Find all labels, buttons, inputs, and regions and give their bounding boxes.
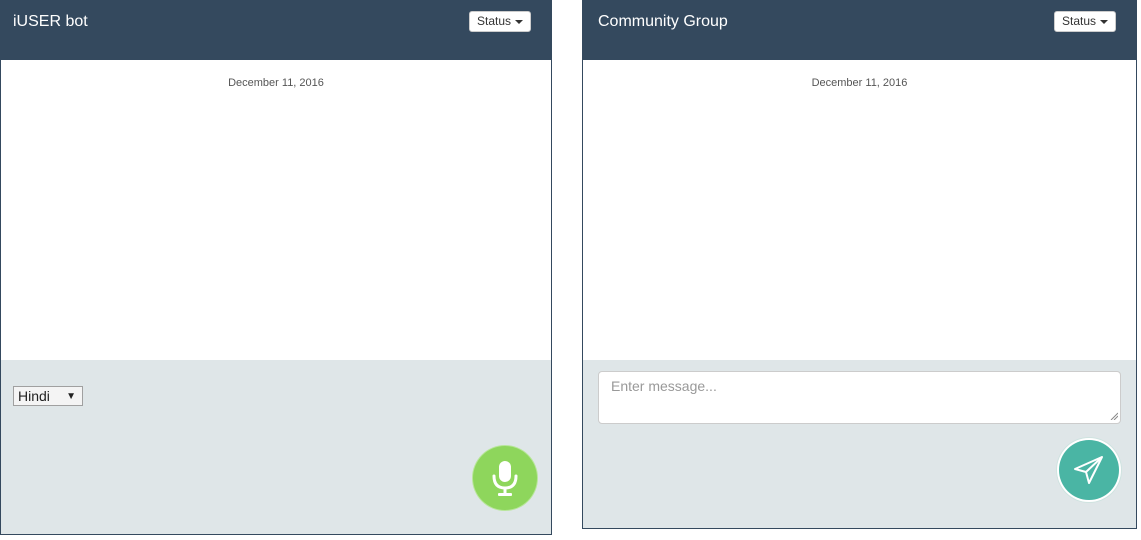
caret-down-icon — [515, 19, 524, 24]
message-input[interactable] — [598, 371, 1121, 424]
status-dropdown-button[interactable]: Status — [469, 11, 532, 32]
chat-header: iUSER bot Status — [1, 1, 551, 60]
status-label: Status — [477, 14, 512, 28]
group-chat-panel: Community Group Status December 11, 2016 — [582, 0, 1137, 529]
chat-date: December 11, 2016 — [228, 77, 324, 89]
chat-header: Community Group Status — [583, 1, 1136, 60]
chat-date: December 11, 2016 — [811, 77, 908, 89]
language-select[interactable]: Hindi ▼ — [13, 386, 83, 406]
chat-title: iUSER bot — [13, 13, 88, 30]
resize-grip-icon[interactable] — [1110, 412, 1118, 420]
dropdown-arrow-icon: ▼ — [66, 391, 76, 402]
caret-down-icon — [1100, 19, 1109, 24]
chat-title: Community Group — [598, 13, 728, 30]
send-button[interactable] — [1059, 440, 1119, 500]
microphone-button[interactable] — [473, 446, 537, 510]
status-label: Status — [1062, 14, 1097, 28]
language-selected: Hindi — [18, 388, 50, 404]
microphone-icon — [492, 461, 518, 496]
send-icon — [1074, 456, 1103, 484]
chat-footer — [583, 360, 1136, 528]
bot-chat-panel: iUSER bot Status December 11, 2016 Hindi… — [0, 0, 552, 535]
chat-footer: Hindi ▼ — [1, 360, 551, 534]
status-dropdown-button[interactable]: Status — [1054, 11, 1117, 32]
